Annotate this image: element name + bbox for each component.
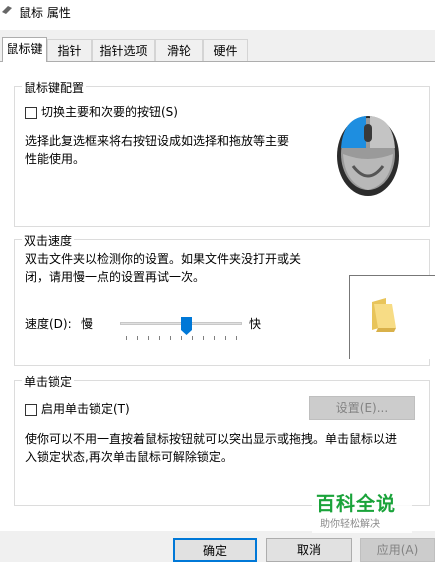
watermark: 百科全说 助你轻松解决 <box>312 489 412 533</box>
tab-pointers[interactable]: 指针 <box>47 39 92 61</box>
folder-icon[interactable] <box>368 298 398 332</box>
double-click-description-2: 闭，请用慢一点的设置再试一次。 <box>25 270 206 284</box>
watermark-subtitle: 助你轻松解决 <box>320 519 380 530</box>
click-lock-label[interactable]: 启用单击锁定(T) <box>41 400 130 418</box>
switch-buttons-label[interactable]: 切换主要和次要的按钮(S) <box>41 103 178 121</box>
click-lock-description-2: 入锁定状态,再次单击鼠标可解除锁定。 <box>25 450 233 464</box>
slider-tick <box>159 336 160 340</box>
slider-tick <box>181 336 182 340</box>
mouse-app-icon <box>2 6 12 14</box>
tab-buttons[interactable]: 鼠标键 <box>2 37 47 62</box>
button-config-description-2: 性能使用。 <box>25 152 86 166</box>
double-click-description-1: 双击文件夹以检测你的设置。如果文件夹没打开或关 <box>25 252 302 266</box>
slider-tick <box>192 336 193 340</box>
click-lock-title: 单击锁定 <box>22 373 75 390</box>
mouse-illustration <box>337 116 399 196</box>
tab-hardware[interactable]: 硬件 <box>203 39 248 61</box>
click-lock-settings-button[interactable]: 设置(E)... <box>309 396 415 420</box>
slider-tick <box>236 336 237 340</box>
ok-button[interactable]: 确定 <box>173 538 257 562</box>
double-click-test-area[interactable] <box>349 275 435 359</box>
apply-button[interactable]: 应用(A) <box>360 538 435 562</box>
tab-strip: 鼠标键 指针 指针选项 滑轮 硬件 <box>0 37 435 62</box>
slider-tick <box>137 336 138 340</box>
double-click-title: 双击速度 <box>22 232 75 249</box>
slider-tick <box>214 336 215 340</box>
slider-tick <box>225 336 226 340</box>
watermark-title: 百科全说 <box>316 493 397 515</box>
fast-label: 快 <box>249 317 262 331</box>
tab-pointer-options[interactable]: 指针选项 <box>92 39 155 61</box>
title-bar: 鼠标 属性 <box>0 0 435 30</box>
slider-tick <box>170 336 171 340</box>
slider-tick <box>126 336 127 340</box>
switch-buttons-checkbox[interactable] <box>25 107 37 119</box>
speed-slider-thumb[interactable] <box>181 317 192 335</box>
slider-tick <box>203 336 204 340</box>
window-title: 鼠标 属性 <box>19 6 71 20</box>
click-lock-description-1: 使你可以不用一直按着鼠标按钮就可以突出显示或拖拽。单击鼠标以进 <box>25 432 398 446</box>
button-config-description-1: 选择此复选框来将右按钮设成如选择和拖放等主要 <box>25 134 290 148</box>
slider-tick <box>148 336 149 340</box>
tab-wheel[interactable]: 滑轮 <box>155 39 203 61</box>
speed-label: 速度(D): <box>25 317 72 331</box>
slow-label: 慢 <box>81 317 94 331</box>
cancel-button[interactable]: 取消 <box>266 538 352 562</box>
click-lock-checkbox[interactable] <box>25 404 37 416</box>
button-config-title: 鼠标键配置 <box>22 79 87 96</box>
